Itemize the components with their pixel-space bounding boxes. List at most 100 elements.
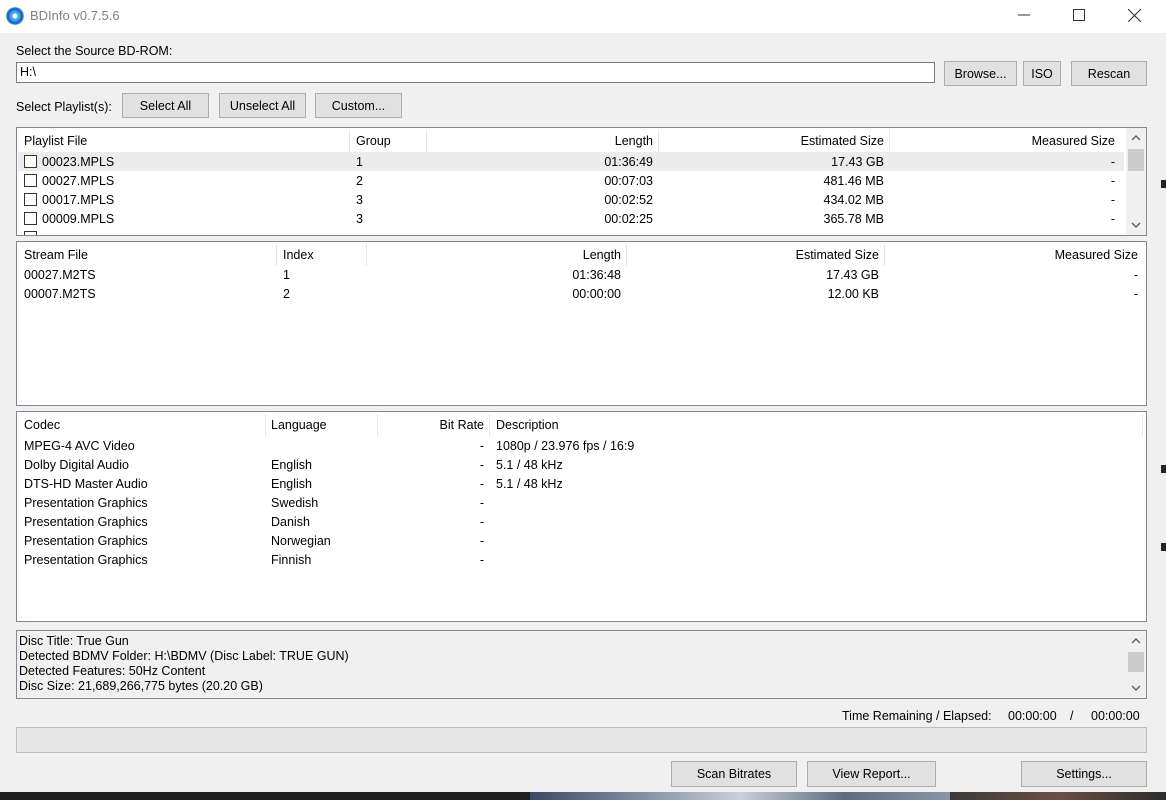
unselect-all-button[interactable]: Unselect All bbox=[219, 93, 306, 118]
playlist-length: 01:36:49 bbox=[604, 155, 653, 169]
maximize-icon bbox=[1073, 9, 1085, 21]
column-header-length[interactable]: Length bbox=[367, 242, 621, 266]
stream-estimated-size: 12.00 KB bbox=[827, 287, 879, 301]
scroll-up-button[interactable] bbox=[1126, 129, 1146, 146]
browse-button[interactable]: Browse... bbox=[944, 61, 1017, 86]
column-header-codec[interactable]: Codec bbox=[24, 412, 60, 436]
settings-button[interactable]: Settings... bbox=[1021, 761, 1147, 787]
column-header-group[interactable]: Group bbox=[356, 128, 391, 152]
playlist-estimated-size: 434.02 MB bbox=[823, 193, 884, 207]
column-header-stream-file[interactable]: Stream File bbox=[24, 242, 88, 266]
column-header-index[interactable]: Index bbox=[283, 242, 314, 266]
scroll-down-button[interactable] bbox=[1126, 679, 1146, 696]
playlist-scrollbar[interactable] bbox=[1126, 128, 1146, 235]
scroll-thumb[interactable] bbox=[1128, 149, 1144, 171]
playlist-checkbox[interactable] bbox=[24, 193, 37, 206]
custom-button[interactable]: Custom... bbox=[315, 93, 402, 118]
column-header-language[interactable]: Language bbox=[271, 412, 327, 436]
scan-bitrates-button[interactable]: Scan Bitrates bbox=[671, 761, 797, 787]
disc-info-line: Disc Title: True Gun bbox=[19, 634, 129, 648]
codec-description: 1080p / 23.976 fps / 16:9 bbox=[496, 439, 635, 453]
codec-language: English bbox=[271, 477, 312, 491]
playlist-group: 3 bbox=[356, 193, 363, 207]
codec-bit-rate: - bbox=[479, 477, 484, 491]
column-header-bit-rate[interactable]: Bit Rate bbox=[378, 412, 484, 436]
scroll-down-button[interactable] bbox=[1126, 216, 1146, 233]
column-header-estimated-size[interactable]: Estimated Size bbox=[627, 242, 879, 266]
stream-measured-size: - bbox=[1133, 268, 1138, 282]
stream-index: 2 bbox=[283, 287, 290, 301]
codec-bit-rate: - bbox=[479, 534, 484, 548]
chevron-up-icon bbox=[1131, 637, 1141, 643]
playlist-checkbox[interactable] bbox=[24, 174, 37, 187]
minimize-button[interactable] bbox=[1001, 0, 1047, 30]
codec-language: Swedish bbox=[271, 496, 319, 510]
select-all-button[interactable]: Select All bbox=[122, 93, 209, 118]
time-label: Time Remaining / Elapsed: bbox=[842, 709, 992, 723]
window-title: BDInfo v0.7.5.6 bbox=[30, 8, 120, 23]
codec-name: DTS-HD Master Audio bbox=[24, 477, 148, 491]
stream-index: 1 bbox=[283, 268, 290, 282]
time-elapsed: 00:00:00 bbox=[1091, 709, 1140, 723]
scroll-thumb[interactable] bbox=[1128, 652, 1144, 672]
codec-list[interactable]: Codec Language Bit Rate Description MPEG… bbox=[16, 411, 1147, 622]
playlist-checkbox[interactable] bbox=[24, 212, 37, 225]
chevron-down-icon bbox=[1131, 222, 1141, 228]
maximize-button[interactable] bbox=[1056, 0, 1102, 30]
column-header-estimated-size[interactable]: Estimated Size bbox=[659, 128, 884, 152]
codec-name: Dolby Digital Audio bbox=[24, 458, 129, 472]
codec-name: MPEG-4 AVC Video bbox=[24, 439, 135, 453]
stream-length: 01:36:48 bbox=[572, 268, 621, 282]
stream-list[interactable]: Stream File Index Length Estimated Size … bbox=[16, 241, 1147, 406]
playlist-measured-size: - bbox=[1110, 155, 1115, 169]
disc-info-line: Disc Size: 21,689,266,775 bytes (20.20 G… bbox=[19, 679, 263, 693]
minimize-icon bbox=[1018, 14, 1030, 16]
playlist-estimated-size: 481.46 MB bbox=[823, 174, 884, 188]
column-header-playlist-file[interactable]: Playlist File bbox=[24, 128, 87, 152]
playlist-checkbox[interactable] bbox=[24, 231, 37, 235]
close-button[interactable] bbox=[1111, 0, 1157, 30]
codec-language: Finnish bbox=[271, 553, 312, 567]
chevron-up-icon bbox=[1131, 134, 1141, 140]
codec-language: Norwegian bbox=[271, 534, 331, 548]
title-bar: BDInfo v0.7.5.6 bbox=[0, 0, 1166, 33]
stream-measured-size: - bbox=[1133, 287, 1138, 301]
playlist-estimated-size: 365.78 MB bbox=[823, 212, 884, 226]
disc-info-line: Detected Features: 50Hz Content bbox=[19, 664, 206, 678]
codec-name: Presentation Graphics bbox=[24, 496, 148, 510]
column-header-length[interactable]: Length bbox=[427, 128, 653, 152]
playlist-length: 00:02:25 bbox=[604, 212, 653, 226]
disc-icon bbox=[6, 7, 24, 25]
chevron-down-icon bbox=[1131, 685, 1141, 691]
source-path-input[interactable]: H:\ bbox=[16, 62, 935, 83]
scroll-up-button[interactable] bbox=[1126, 632, 1146, 649]
playlist-measured-size: - bbox=[1110, 174, 1115, 188]
column-header-measured-size[interactable]: Measured Size bbox=[890, 128, 1115, 152]
playlist-list[interactable]: Playlist File Group Length Estimated Siz… bbox=[16, 127, 1147, 236]
codec-description: 5.1 / 48 kHz bbox=[496, 458, 563, 472]
source-label: Select the Source BD-ROM: bbox=[16, 44, 173, 58]
codec-bit-rate: - bbox=[479, 439, 484, 453]
column-header-measured-size[interactable]: Measured Size bbox=[885, 242, 1138, 266]
iso-button[interactable]: ISO bbox=[1023, 61, 1061, 86]
rescan-button[interactable]: Rescan bbox=[1071, 61, 1147, 86]
codec-language: Danish bbox=[271, 515, 310, 529]
disc-info-textbox[interactable]: Disc Title: True Gun Detected BDMV Folde… bbox=[16, 630, 1147, 699]
scan-progress-bar bbox=[16, 727, 1147, 753]
playlist-file: 00009.MPLS bbox=[42, 212, 115, 226]
time-remaining: 00:00:00 bbox=[1008, 709, 1057, 723]
disc-info-scrollbar[interactable] bbox=[1126, 631, 1146, 698]
codec-bit-rate: - bbox=[479, 515, 484, 529]
playlist-file: 00023.MPLS bbox=[42, 155, 115, 169]
playlist-checkbox[interactable] bbox=[24, 155, 37, 168]
stream-estimated-size: 17.43 GB bbox=[826, 268, 879, 282]
window-edge-mark bbox=[1161, 180, 1166, 188]
select-playlists-label: Select Playlist(s): bbox=[16, 100, 112, 114]
view-report-button[interactable]: View Report... bbox=[807, 761, 936, 787]
playlist-measured-size: - bbox=[1110, 193, 1115, 207]
column-header-description[interactable]: Description bbox=[496, 412, 559, 436]
codec-description: 5.1 / 48 kHz bbox=[496, 477, 563, 491]
playlist-group: 1 bbox=[356, 155, 363, 169]
playlist-file: 00017.MPLS bbox=[42, 193, 115, 207]
disc-info-line: Detected BDMV Folder: H:\BDMV (Disc Labe… bbox=[19, 649, 349, 663]
